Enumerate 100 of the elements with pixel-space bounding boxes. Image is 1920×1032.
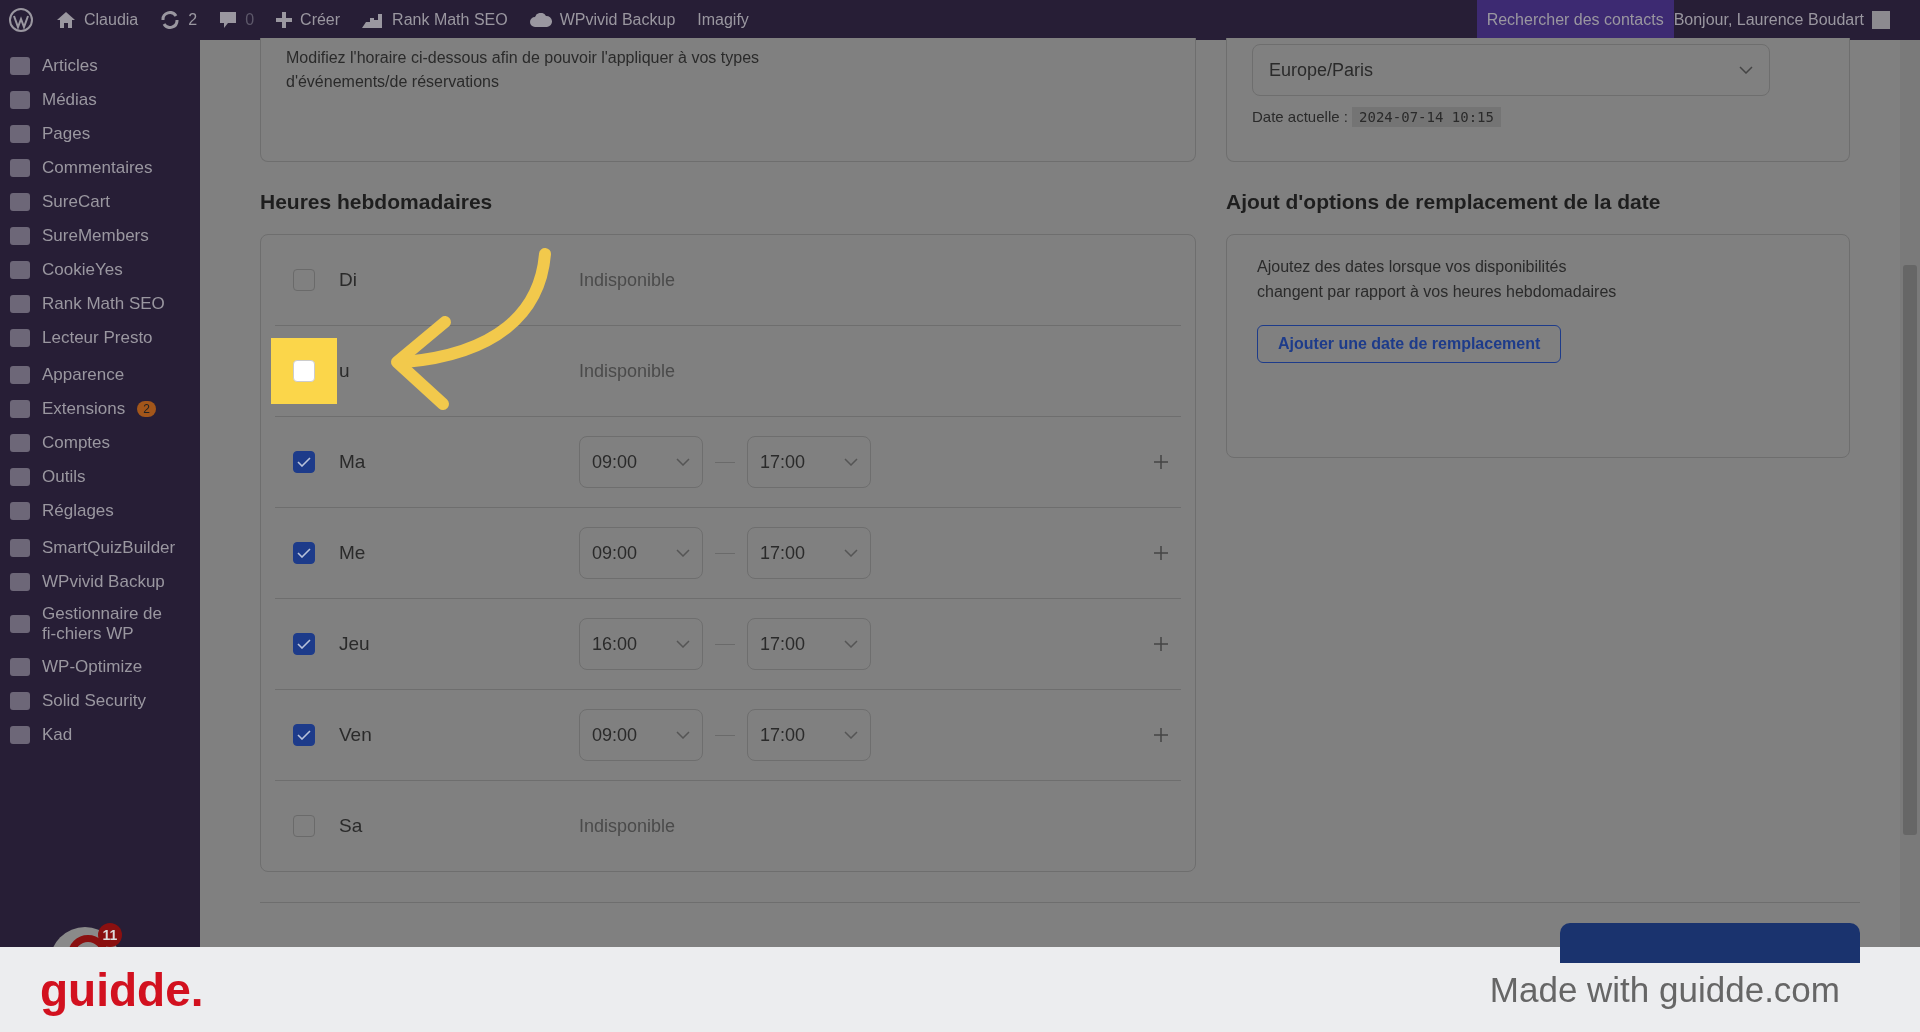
menu-icon [10, 615, 30, 634]
start-time-select[interactable]: 09:00 [579, 436, 703, 488]
section-title: Ajout d'options de remplacement de la date [1226, 190, 1662, 214]
chevron-down-icon [844, 458, 858, 466]
description-text: Modifiez l'horaire ci-dessous afin de pouvoir l'appliquer à vos types d'événements/de réservations [286, 48, 761, 92]
chevron-down-icon [676, 731, 690, 739]
sidebar-item[interactable]: Commentaires [0, 156, 200, 180]
add-icon[interactable] [1153, 727, 1169, 743]
sidebar-item[interactable]: Outils [0, 465, 200, 489]
sidebar-item[interactable]: Apparence [0, 363, 200, 387]
add-icon[interactable] [1153, 636, 1169, 652]
admin-bar-item[interactable]: Créer [276, 11, 341, 29]
chevron-down-icon [1739, 66, 1753, 74]
guidde-logo: guidde. [40, 962, 204, 1017]
sidebar-item[interactable]: WP-Optimize [0, 654, 200, 679]
day-label: Ven [339, 724, 373, 746]
menu-icon [10, 539, 30, 557]
sidebar-item[interactable]: Solid Security [0, 688, 200, 713]
checkmark-icon [297, 548, 311, 558]
contact-search-link[interactable]: Rechercher des contacts [1476, 0, 1674, 40]
menu-icon [10, 691, 30, 710]
end-time-select[interactable]: 17:00 [747, 618, 871, 670]
sidebar-item[interactable]: Kad [0, 722, 200, 747]
menu-icon [10, 657, 30, 676]
menu-icon [10, 366, 30, 384]
sidebar-item[interactable]: Médias [0, 88, 200, 112]
checkmark-icon [297, 639, 311, 649]
menu-icon [10, 193, 30, 211]
menu-icon [10, 295, 30, 313]
sidebar-item[interactable]: SureCart [0, 190, 200, 214]
day-checkbox[interactable] [293, 542, 315, 564]
chevron-down-icon [844, 549, 858, 557]
sidebar-item[interactable]: Lecteur Presto [0, 326, 200, 350]
sidebar-item[interactable]: Gestionnaire de fi-chiers WP [0, 604, 200, 645]
chevron-down-icon [844, 640, 858, 648]
day-label: Sa [339, 815, 364, 837]
add-icon[interactable] [1153, 545, 1169, 561]
admin-bar-item[interactable]: Imagify [697, 11, 749, 29]
credit-text: Made with guidde.com [1489, 969, 1840, 1010]
day-checkbox[interactable] [293, 724, 315, 746]
menu-icon [10, 57, 30, 75]
checkmark-icon [297, 730, 311, 740]
menu-icon [10, 725, 30, 744]
timezone-select[interactable]: Europe/Paris [1252, 44, 1770, 96]
menu-icon [10, 125, 30, 143]
add-icon[interactable] [1153, 454, 1169, 470]
start-time-select[interactable]: 16:00 [579, 618, 703, 670]
day-label: Jeu [339, 633, 371, 655]
sidebar-item[interactable]: CookieYes [0, 258, 200, 282]
start-time-select[interactable]: 09:00 [579, 527, 703, 579]
menu-icon [10, 329, 30, 347]
menu-icon [10, 400, 30, 418]
current-date-value: 2024-07-14 10:15 [1352, 107, 1501, 127]
end-time-select[interactable]: 17:00 [747, 709, 871, 761]
sidebar-item[interactable]: SmartQuizBuilder [0, 536, 200, 560]
day-label: u [339, 360, 351, 382]
menu-icon [10, 468, 30, 486]
refresh-icon [160, 11, 181, 29]
sidebar-item[interactable]: Pages [0, 122, 200, 146]
checkmark-icon [297, 457, 311, 467]
cloud-icon [529, 13, 552, 27]
chevron-down-icon [676, 549, 690, 557]
menu-icon [10, 227, 30, 245]
day-label: Di [339, 269, 358, 291]
notification-badge: 11 [98, 923, 122, 947]
menu-icon [10, 91, 30, 109]
day-checkbox[interactable] [293, 451, 315, 473]
end-time-select[interactable]: 17:00 [747, 436, 871, 488]
section-title: Heures hebdomadaires [260, 190, 494, 214]
menu-icon [10, 261, 30, 279]
plus-icon [276, 12, 293, 28]
menu-icon [10, 159, 30, 177]
speech-bubble-icon [219, 11, 238, 29]
sidebar-item[interactable]: Rank Math SEO [0, 292, 200, 316]
end-time-select[interactable]: 17:00 [747, 527, 871, 579]
admin-bar-item[interactable]: 2 [160, 11, 198, 29]
sidebar-item[interactable]: Comptes [0, 431, 200, 455]
current-date-label: Date actuelle : [1252, 108, 1348, 125]
sidebar-item[interactable]: WPvivid Backup [0, 570, 200, 594]
sidebar-item[interactable]: Extensions 2 [0, 397, 200, 421]
sidebar-item[interactable]: SureMembers [0, 224, 200, 248]
overrides-text: Ajoutez des dates lorsque vos disponibilités changent par rapport à vos heures hebdomadaires [1257, 257, 1617, 302]
admin-bar-item[interactable]: Claudia [56, 11, 139, 29]
day-checkbox[interactable] [293, 633, 315, 655]
menu-icon [10, 573, 30, 591]
wordpress-logo-icon[interactable] [8, 7, 34, 33]
bar-chart-icon [362, 12, 385, 28]
sidebar-item[interactable]: Réglages [0, 499, 200, 523]
day-label: Ma [339, 451, 367, 473]
admin-bar-item[interactable]: WPvivid Backup [529, 11, 676, 29]
admin-bar-item[interactable]: Rank Math SEO [362, 11, 508, 29]
chevron-down-icon [676, 640, 690, 648]
account-menu[interactable]: Bonjour, Laurence Boudart [1673, 11, 1920, 29]
menu-icon [10, 434, 30, 452]
menu-icon [10, 502, 30, 520]
start-time-select[interactable]: 09:00 [579, 709, 703, 761]
scrollbar[interactable] [1900, 40, 1920, 947]
sidebar-item[interactable]: Articles [0, 54, 200, 78]
day-label: Me [339, 542, 367, 564]
chevron-down-icon [676, 458, 690, 466]
